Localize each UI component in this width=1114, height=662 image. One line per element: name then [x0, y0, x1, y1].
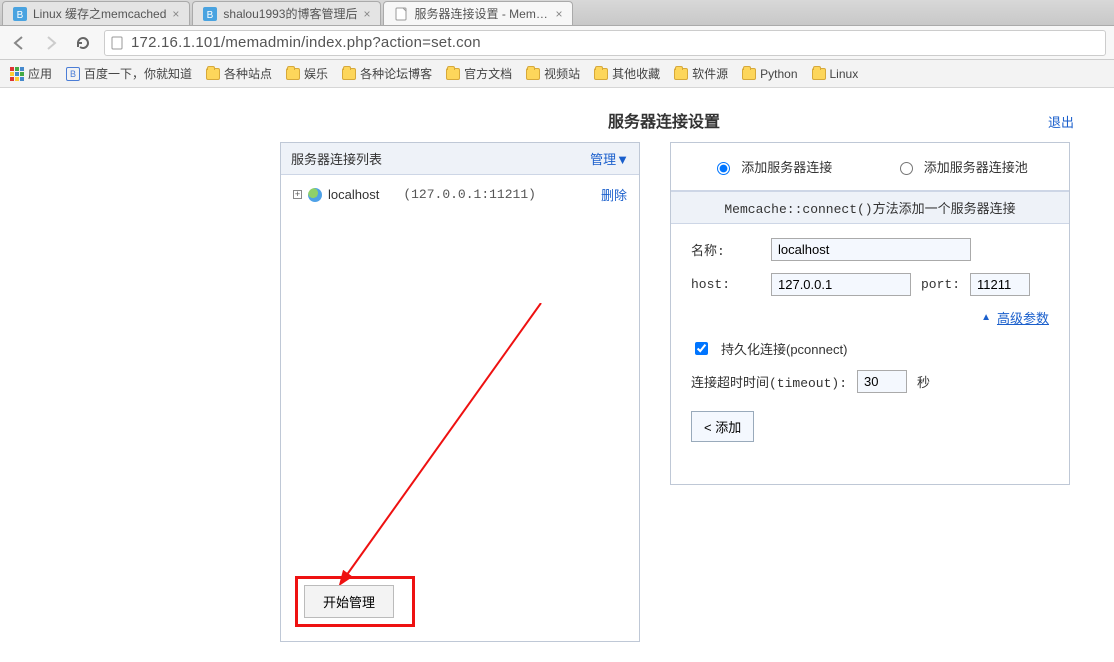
name-input[interactable]: [771, 238, 971, 261]
favicon-page-icon: [394, 7, 408, 21]
add-connection-panel: 添加服务器连接 添加服务器连接池 Memcache::connect()方法添加…: [670, 142, 1070, 485]
apps-shortcut[interactable]: 应用: [10, 65, 52, 82]
method-caption: Memcache::connect()方法添加一个服务器连接: [671, 191, 1069, 224]
connection-type-radios: 添加服务器连接 添加服务器连接池: [671, 143, 1069, 191]
server-address: (127.0.0.1:11211): [403, 187, 536, 202]
server-tree: + localhost (127.0.0.1:11211) 删除: [281, 175, 639, 214]
folder-icon: [286, 68, 300, 80]
bookmark-label: 百度一下，你就知道: [84, 65, 192, 82]
bookmark-folder[interactable]: Python: [742, 67, 797, 81]
folder-icon: [742, 68, 756, 80]
server-list-panel: 服务器连接列表 管理▼ + localhost (127.0.0.1:11211…: [280, 142, 640, 642]
server-list-head: 服务器连接列表 管理▼: [281, 143, 639, 175]
annotation-arrow: [311, 303, 571, 623]
start-manage-button[interactable]: 开始管理: [304, 585, 394, 618]
logout-link[interactable]: 退出: [1048, 112, 1074, 131]
radio-add-pool-input[interactable]: [900, 162, 913, 175]
radio-add-server-input[interactable]: [717, 162, 730, 175]
bookmark-folder[interactable]: Linux: [812, 67, 859, 81]
close-icon[interactable]: ×: [555, 7, 562, 21]
add-button[interactable]: < 添加: [691, 411, 754, 442]
expand-icon[interactable]: +: [293, 190, 302, 199]
host-input[interactable]: [771, 273, 911, 296]
radio-add-server[interactable]: 添加服务器连接: [712, 157, 832, 176]
back-button[interactable]: [8, 32, 30, 54]
baidu-icon: B: [66, 67, 80, 81]
folder-icon: [594, 68, 608, 80]
bookmark-folder[interactable]: 各种论坛博客: [342, 65, 432, 82]
folder-icon: [342, 68, 356, 80]
svg-text:B: B: [207, 10, 214, 21]
omnibox[interactable]: 172.16.1.101/memadmin/index.php?action=s…: [104, 30, 1106, 56]
seconds-label: 秒: [917, 372, 930, 391]
advanced-params-link[interactable]: 高级参数: [997, 308, 1049, 327]
browser-tab[interactable]: B shalou1993的博客管理后 ×: [192, 1, 381, 25]
start-manage-highlight: 开始管理: [295, 576, 415, 627]
triangle-up-icon: ▲: [981, 312, 991, 323]
favicon-blog-icon: B: [13, 7, 27, 21]
close-icon[interactable]: ×: [363, 7, 370, 21]
radio-add-pool[interactable]: 添加服务器连接池: [895, 157, 1028, 176]
svg-text:B: B: [17, 10, 24, 21]
bookmark-folder[interactable]: 其他收藏: [594, 65, 660, 82]
page-title: 服务器连接设置: [280, 108, 1048, 132]
address-bar: 172.16.1.101/memadmin/index.php?action=s…: [0, 26, 1114, 60]
port-label: port:: [921, 277, 960, 292]
apps-icon: [10, 67, 24, 81]
reload-button[interactable]: [72, 32, 94, 54]
folder-icon: [812, 68, 826, 80]
page-header: 服务器连接设置 退出: [280, 108, 1074, 132]
forward-button[interactable]: [40, 32, 62, 54]
timeout-input[interactable]: [857, 370, 907, 393]
server-list-title: 服务器连接列表: [291, 149, 382, 168]
browser-tab[interactable]: B Linux 缓存之memcached ×: [2, 1, 190, 25]
apps-label: 应用: [28, 65, 52, 82]
page-icon: [111, 36, 125, 50]
bookmark-folder[interactable]: 视频站: [526, 65, 580, 82]
delete-link[interactable]: 删除: [601, 185, 627, 204]
folder-icon: [526, 68, 540, 80]
folder-icon: [206, 68, 220, 80]
tab-title: Linux 缓存之memcached: [33, 5, 166, 22]
server-name: localhost: [328, 187, 379, 202]
folder-icon: [446, 68, 460, 80]
timeout-label: 连接超时时间(timeout):: [691, 372, 847, 391]
favicon-blog-icon: B: [203, 7, 217, 21]
bookmark-folder[interactable]: 娱乐: [286, 65, 328, 82]
bookmark-folder[interactable]: 各种站点: [206, 65, 272, 82]
bookmark-folder[interactable]: 软件源: [674, 65, 728, 82]
bookmark-bar: 应用 B 百度一下，你就知道 各种站点 娱乐 各种论坛博客 官方文档 视频站 其…: [0, 60, 1114, 88]
tab-title: 服务器连接设置 - MemAc: [414, 5, 549, 22]
connection-form: 名称: host: port: ▲ 高级参数 持久化连接(pconnect): [671, 224, 1069, 468]
close-icon[interactable]: ×: [172, 7, 179, 21]
bookmark-baidu[interactable]: B 百度一下，你就知道: [66, 65, 192, 82]
port-input[interactable]: [970, 273, 1030, 296]
url-text: 172.16.1.101/memadmin/index.php?action=s…: [131, 34, 481, 51]
folder-icon: [674, 68, 688, 80]
browser-tab-active[interactable]: 服务器连接设置 - MemAc ×: [383, 1, 573, 25]
pconnect-checkbox[interactable]: [695, 342, 708, 355]
server-tree-item[interactable]: + localhost (127.0.0.1:11211) 删除: [293, 185, 627, 204]
manage-dropdown[interactable]: 管理▼: [590, 149, 629, 168]
bookmark-folder[interactable]: 官方文档: [446, 65, 512, 82]
pconnect-label: 持久化连接(pconnect): [721, 339, 847, 358]
globe-icon: [308, 188, 322, 202]
browser-tab-bar: B Linux 缓存之memcached × B shalou1993的博客管理…: [0, 0, 1114, 26]
host-label: host:: [691, 277, 761, 292]
tab-title: shalou1993的博客管理后: [223, 5, 357, 22]
name-label: 名称:: [691, 240, 761, 259]
